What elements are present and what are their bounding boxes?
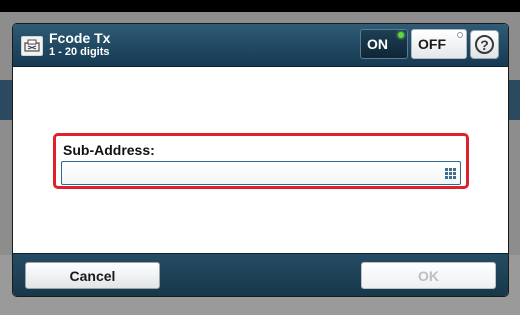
title-bar: Fcode Tx 1 - 20 digits ON OFF ? (13, 24, 508, 67)
dialog-footer: Cancel OK (13, 253, 508, 296)
keypad-icon[interactable] (445, 168, 456, 179)
sub-address-frame: Sub-Address: (53, 133, 469, 189)
dialog-content: Sub-Address: (13, 67, 508, 253)
help-button[interactable]: ? (470, 30, 499, 59)
dialog-title: Fcode Tx (49, 30, 111, 46)
help-icon: ? (475, 35, 494, 54)
screen-top-edge (0, 0, 520, 12)
on-toggle-button[interactable]: ON (360, 29, 408, 59)
dialog-subtitle: 1 - 20 digits (49, 46, 110, 58)
help-label: ? (480, 36, 489, 53)
off-toggle-label: OFF (418, 36, 446, 52)
off-indicator-icon (457, 32, 463, 38)
fcode-tx-dialog: Fcode Tx 1 - 20 digits ON OFF ? Sub-Addr… (13, 24, 508, 296)
on-indicator-icon (398, 32, 404, 38)
sub-address-label: Sub-Address: (63, 142, 155, 158)
ok-button[interactable]: OK (361, 262, 496, 289)
on-toggle-label: ON (367, 36, 388, 52)
sub-address-input[interactable] (61, 161, 461, 185)
fax-icon (21, 36, 43, 56)
off-toggle-button[interactable]: OFF (411, 29, 467, 59)
cancel-button[interactable]: Cancel (25, 262, 160, 289)
